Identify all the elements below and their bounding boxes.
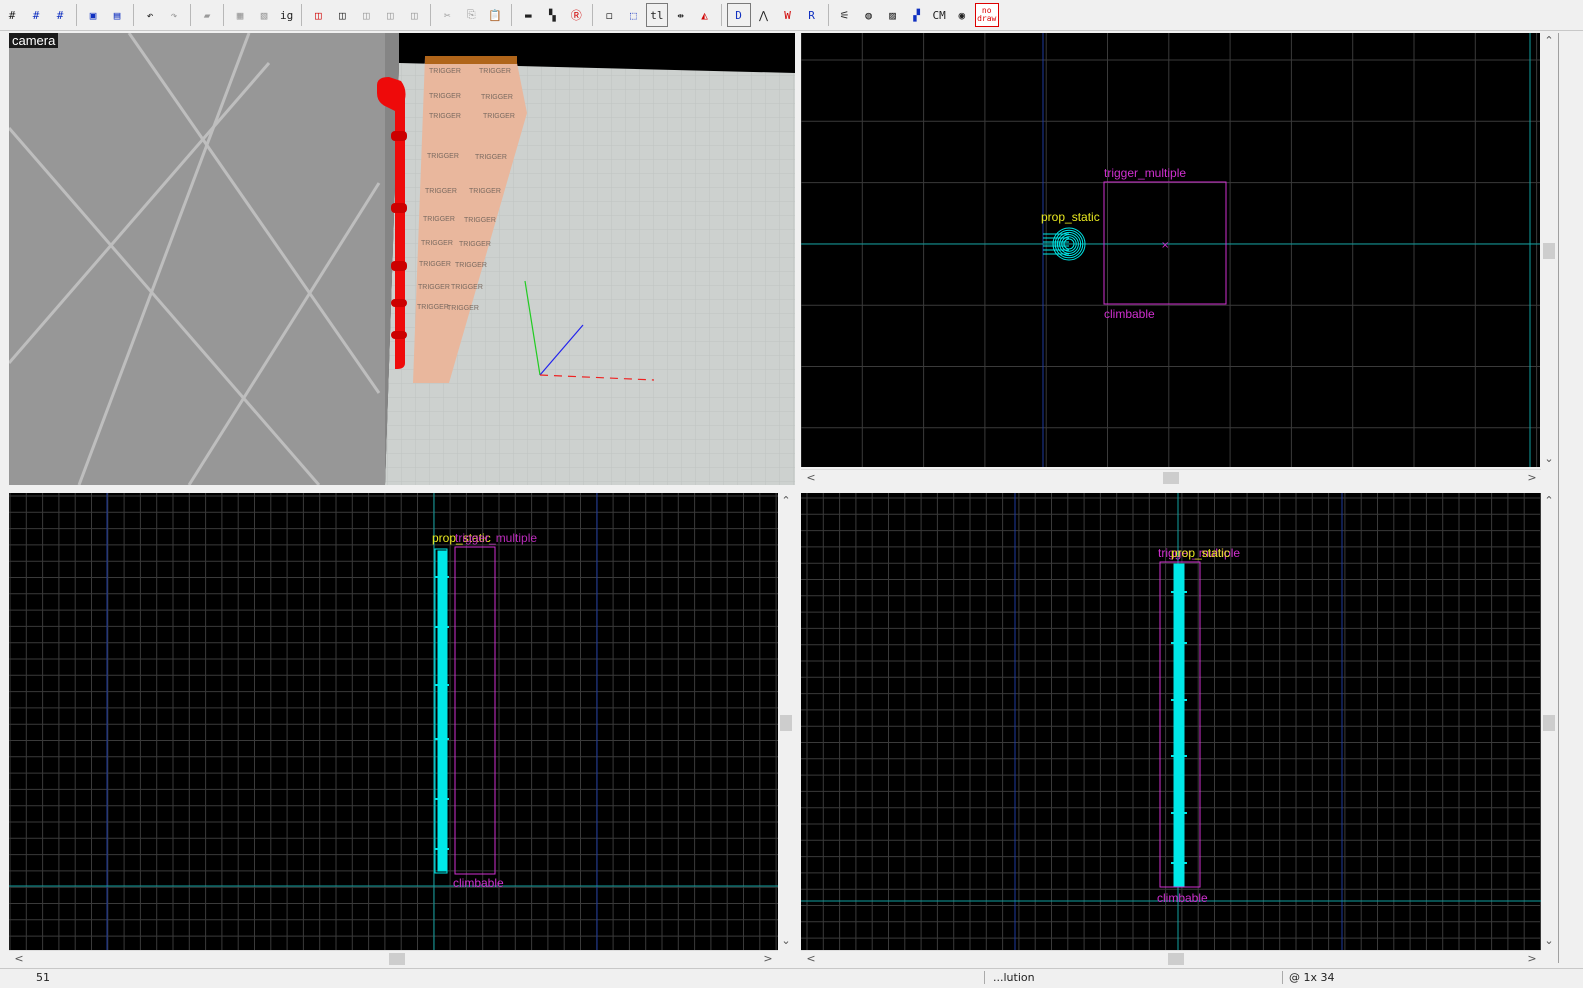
prop-static-label: prop_static: [1041, 210, 1100, 224]
hide-icon[interactable]: ▦: [229, 4, 251, 26]
side-viewport[interactable]: trigger_multiple prop_static climbable: [801, 493, 1541, 950]
selection-copy-icon[interactable]: ◫: [331, 4, 353, 26]
grid-toggle-icon[interactable]: #: [1, 4, 23, 26]
trigger-multiple-label: trigger_multiple: [1104, 166, 1187, 180]
toggle-models-icon[interactable]: ▚: [541, 4, 563, 26]
svg-text:TRIGGER: TRIGGER: [455, 262, 487, 269]
toolbar-separator: [827, 4, 829, 26]
svg-text:TRIGGER: TRIGGER: [481, 94, 513, 101]
svg-text:TRIGGER: TRIGGER: [425, 188, 457, 195]
climbable-label: climbable: [1157, 891, 1208, 905]
selection-paste-icon[interactable]: ◫: [355, 4, 377, 26]
svg-text:TRIGGER: TRIGGER: [447, 305, 479, 312]
toolbar-separator: [511, 4, 513, 26]
svg-text:TRIGGER: TRIGGER: [475, 154, 507, 161]
display-mode-icon[interactable]: R: [801, 4, 823, 26]
front-viewport[interactable]: prop_static trigger_multiple climbable: [9, 493, 778, 950]
selection-extra-icon[interactable]: ◫: [379, 4, 401, 26]
cubemap-label[interactable]: CM: [930, 4, 949, 26]
texture-lock-icon[interactable]: ◻: [598, 4, 620, 26]
climbable-label: climbable: [453, 876, 504, 890]
leaf-icon[interactable]: ◉: [951, 4, 973, 26]
svg-text:TRIGGER: TRIGGER: [469, 188, 501, 195]
prop-static-model: [434, 548, 449, 874]
status-right: @ 1x 34: [1282, 971, 1335, 984]
entity-center-marker: ×: [1161, 240, 1169, 251]
grid-larger-icon[interactable]: #: [49, 4, 71, 26]
front-grid: [9, 493, 778, 950]
radius-culling-icon[interactable]: Ⓡ: [565, 4, 587, 26]
toolbar-separator: [592, 4, 594, 26]
svg-text:TRIGGER: TRIGGER: [429, 68, 461, 75]
prop-static-label: prop_static: [1171, 546, 1230, 560]
svg-text:TRIGGER: TRIGGER: [418, 284, 450, 291]
front-viewport-hscroll[interactable]: < >: [9, 950, 778, 967]
svg-text:TRIGGER: TRIGGER: [459, 241, 491, 248]
copy-icon[interactable]: ⎘: [460, 4, 482, 26]
svg-text:TRIGGER: TRIGGER: [417, 304, 449, 311]
toolbar-separator: [76, 4, 77, 26]
select-by-handles-icon[interactable]: ⬚: [622, 4, 644, 26]
trigger-bounds: [454, 546, 496, 875]
svg-text:TRIGGER: TRIGGER: [419, 261, 451, 268]
3d-mode-icon[interactable]: ⋀: [753, 4, 775, 26]
svg-text:TRIGGER: TRIGGER: [483, 113, 515, 120]
top-viewport-hscroll[interactable]: < >: [801, 469, 1541, 486]
cut-icon[interactable]: ✂: [436, 4, 458, 26]
side-viewport-hscroll[interactable]: < >: [801, 950, 1541, 967]
side-viewport-vscroll[interactable]: ⌃ ⌄: [1541, 493, 1557, 950]
svg-text:TRIGGER: TRIGGER: [429, 113, 461, 120]
top-viewport-vscroll[interactable]: ⌃ ⌄: [1541, 33, 1557, 467]
top-grid: ×: [801, 33, 1540, 467]
status-bar: 51 ...lution @ 1x 34: [0, 968, 1583, 988]
climbable-label: climbable: [1104, 307, 1155, 321]
svg-text:TRIGGER: TRIGGER: [423, 216, 455, 223]
camera-viewport[interactable]: TRIGGER TRIGGER TRIGGER TRIGGER TRIGGER TRI…: [9, 33, 795, 485]
undo-icon[interactable]: ↶: [139, 4, 161, 26]
toggle-helpers-icon[interactable]: ▬: [517, 4, 539, 26]
toolbar-separator: [223, 4, 224, 26]
front-viewport-vscroll[interactable]: ⌃ ⌄: [778, 493, 794, 950]
nodraw-icon[interactable]: no draw: [974, 3, 999, 27]
camera-viewport-label: camera: [9, 33, 59, 48]
svg-text:TRIGGER: TRIGGER: [464, 217, 496, 224]
paste-icon[interactable]: 📋: [484, 4, 506, 26]
wireframe-icon[interactable]: W: [777, 4, 799, 26]
cordon-icon[interactable]: D: [726, 3, 751, 27]
redo-icon[interactable]: ↷: [163, 4, 185, 26]
svg-text:TRIGGER: TRIGGER: [421, 240, 453, 247]
side-grid: [801, 493, 1541, 950]
svg-text:TRIGGER: TRIGGER: [451, 284, 483, 291]
svg-text:TRIGGER: TRIGGER: [479, 68, 511, 75]
toolbar-separator: [430, 4, 432, 26]
grid-smaller-icon[interactable]: #: [25, 4, 47, 26]
status-left: 51: [36, 971, 50, 984]
svg-text:TRIGGER: TRIGGER: [429, 93, 461, 100]
vis-group-icon[interactable]: ▞: [906, 4, 928, 26]
group-icon[interactable]: ▤: [106, 4, 128, 26]
svg-text:TRIGGER: TRIGGER: [427, 153, 459, 160]
selection-red-icon[interactable]: ◫: [307, 4, 329, 26]
sphere-icon[interactable]: ◍: [858, 4, 880, 26]
top-viewport[interactable]: × trigger_multiple prop_static climbable: [801, 33, 1540, 467]
camera-scene: TRIGGER TRIGGER TRIGGER TRIGGER TRIGGER TRI…: [9, 33, 795, 485]
smoothing-icon[interactable]: ⚟: [834, 4, 856, 26]
toolbar-separator: [301, 4, 303, 26]
properties-panel-edge[interactable]: [1558, 33, 1583, 963]
paste-special-icon[interactable]: ▰: [196, 4, 218, 26]
unhide-icon[interactable]: ▧: [253, 4, 275, 26]
toolbar-separator: [720, 4, 722, 26]
status-mid: ...lution: [984, 971, 1035, 984]
selection-more-icon[interactable]: ◫: [403, 4, 425, 26]
texture-lock-label[interactable]: tl: [646, 3, 668, 27]
trigger-multiple-label: trigger_multiple: [455, 531, 538, 545]
texture-application-icon[interactable]: ◭: [694, 4, 716, 26]
displacement-icon[interactable]: ▨: [882, 4, 904, 26]
main-toolbar: # # # ▣ ▤ ↶ ↷ ▰ ▦ ▧ ig ◫ ◫ ◫ ◫ ◫ ✂ ⎘ 📋 ▬ ▚ Ⓡ ◻ ⬚ tl ⇹ ◭ D ⋀ W R ⚟ ◍ ▨ ▞ CM ◉…: [0, 0, 1583, 31]
toolbar-separator: [133, 4, 134, 26]
carve-icon[interactable]: ▣: [82, 4, 104, 26]
ignore-groups-label[interactable]: ig: [277, 4, 296, 26]
toolbar-separator: [190, 4, 191, 26]
scale-texture-lock-icon[interactable]: ⇹: [670, 4, 692, 26]
